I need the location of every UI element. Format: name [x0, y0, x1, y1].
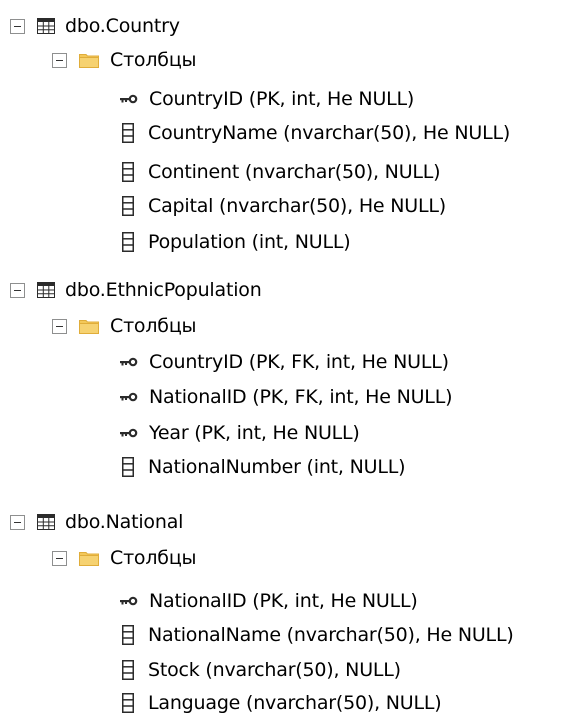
tree-node-table-country[interactable]: dbo.Country: [10, 9, 180, 43]
column-icon: [122, 457, 134, 477]
tree-node-column[interactable]: NationalNumber (int, NULL): [122, 450, 406, 484]
column-icon: [122, 625, 134, 645]
key-icon: [120, 392, 138, 402]
folder-label: Столбцы: [110, 315, 197, 337]
column-icon: [122, 196, 134, 216]
column-icon: [122, 660, 134, 680]
column-label: CountryName (nvarchar(50), Не NULL): [148, 122, 511, 144]
tree-node-column[interactable]: Continent (nvarchar(50), NULL): [122, 155, 441, 189]
collapse-icon[interactable]: [52, 52, 67, 68]
folder-label: Столбцы: [110, 547, 197, 569]
key-icon: [120, 357, 138, 367]
column-label: NationalNumber (int, NULL): [148, 456, 406, 478]
column-icon: [122, 162, 134, 182]
table-name: dbo.EthnicPopulation: [65, 279, 262, 301]
tree-node-column[interactable]: Year (PK, int, Не NULL): [120, 416, 360, 450]
column-label: NationalID (PK, FK, int, Не NULL): [149, 386, 453, 408]
column-label: Language (nvarchar(50), NULL): [148, 692, 442, 714]
tree-node-column[interactable]: CountryID (PK, FK, int, Не NULL): [120, 345, 449, 379]
column-label: Stock (nvarchar(50), NULL): [148, 659, 401, 681]
column-label: Population (int, NULL): [148, 231, 351, 253]
table-name: dbo.Country: [65, 15, 180, 37]
tree-node-column[interactable]: NationalID (PK, FK, int, Не NULL): [120, 380, 452, 414]
key-icon: [120, 428, 138, 438]
collapse-icon[interactable]: [52, 318, 67, 334]
key-icon: [120, 596, 138, 606]
column-icon: [122, 123, 134, 143]
tree-node-column[interactable]: Capital (nvarchar(50), Не NULL): [122, 189, 446, 223]
table-icon: [37, 18, 55, 34]
collapse-icon[interactable]: [10, 282, 25, 298]
tree-node-column[interactable]: Stock (nvarchar(50), NULL): [122, 653, 401, 687]
tree-node-column[interactable]: Population (int, NULL): [122, 225, 351, 259]
tree-node-folder-columns[interactable]: Столбцы: [52, 309, 197, 343]
tree-node-column[interactable]: NationalName (nvarchar(50), Не NULL): [122, 618, 514, 652]
column-label: Capital (nvarchar(50), Не NULL): [148, 195, 446, 217]
column-icon: [122, 232, 134, 252]
collapse-icon[interactable]: [52, 550, 67, 566]
tree-node-column[interactable]: NationalID (PK, int, Не NULL): [120, 584, 418, 618]
folder-icon: [79, 52, 99, 68]
column-label: NationalName (nvarchar(50), Не NULL): [148, 624, 514, 646]
tree-node-column[interactable]: CountryID (PK, int, Не NULL): [120, 82, 414, 116]
tree-node-table-national[interactable]: dbo.National: [10, 505, 183, 539]
column-label: CountryID (PK, int, Не NULL): [149, 88, 415, 110]
key-icon: [120, 94, 138, 104]
table-icon: [37, 282, 55, 298]
column-label: Year (PK, int, Не NULL): [149, 422, 360, 444]
collapse-icon[interactable]: [10, 18, 25, 34]
tree-node-folder-columns[interactable]: Столбцы: [52, 43, 197, 77]
table-name: dbo.National: [65, 511, 184, 533]
column-icon: [122, 693, 134, 713]
collapse-icon[interactable]: [10, 514, 25, 530]
tree-node-table-ethnicpopulation[interactable]: dbo.EthnicPopulation: [10, 273, 262, 307]
column-label: NationalID (PK, int, Не NULL): [149, 590, 418, 612]
tree-node-column[interactable]: CountryName (nvarchar(50), Не NULL): [122, 116, 510, 150]
folder-label: Столбцы: [110, 49, 197, 71]
tree-node-column[interactable]: Language (nvarchar(50), NULL): [122, 686, 442, 720]
object-explorer-tree: dbo.Country Столбцы CountryID (PK, int, …: [0, 0, 579, 720]
folder-icon: [79, 318, 99, 334]
tree-node-folder-columns[interactable]: Столбцы: [52, 541, 197, 575]
column-label: Continent (nvarchar(50), NULL): [148, 161, 441, 183]
column-label: CountryID (PK, FK, int, Не NULL): [149, 351, 449, 373]
table-icon: [37, 514, 55, 530]
folder-icon: [79, 550, 99, 566]
